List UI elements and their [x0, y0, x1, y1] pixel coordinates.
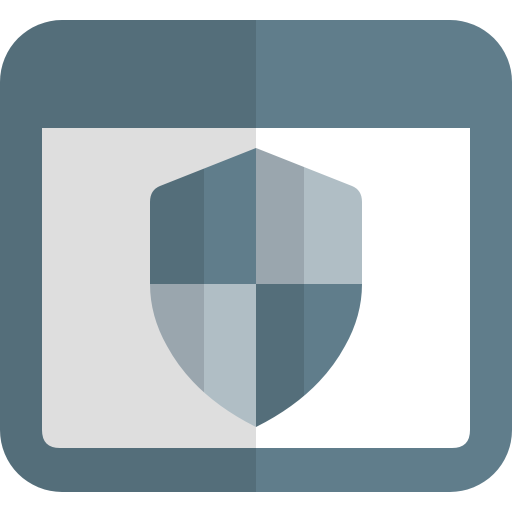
icon-canvas — [0, 0, 512, 512]
browser-window-icon — [0, 20, 512, 492]
